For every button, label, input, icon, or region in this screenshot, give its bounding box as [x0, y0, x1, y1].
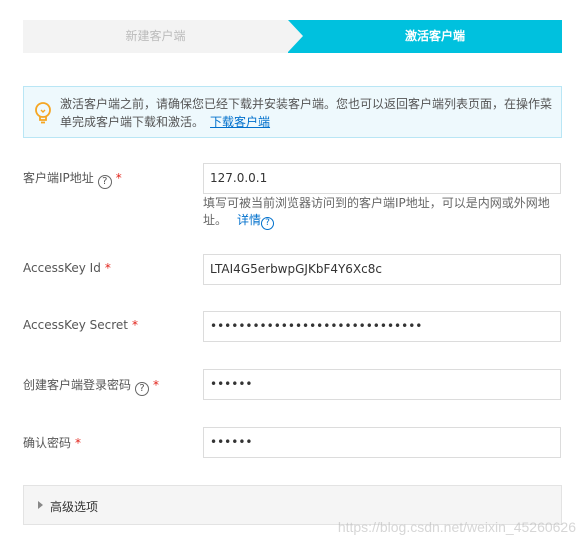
ip-hint: 填写可被当前浏览器访问到的客户端IP地址，可以是内网或外网地址。 详情?: [203, 195, 563, 230]
notice-message: 激活客户端之前，请确保您已经下载并安装客户端。您也可以返回客户端列表页面，在操作…: [60, 97, 553, 129]
required-mark: *: [115, 171, 122, 185]
details-link-label: 详情: [237, 213, 262, 227]
required-mark: *: [132, 318, 139, 332]
caret-right-icon: [38, 501, 43, 509]
ip-input[interactable]: 127.0.0.1: [203, 163, 561, 194]
login-password-label-row: 创建客户端登录密码? *: [23, 376, 159, 396]
login-password-input[interactable]: ••••••: [203, 369, 561, 400]
step-create-client: 新建客户端: [23, 20, 288, 53]
accesskey-id-label: AccessKey Id: [23, 261, 101, 275]
accesskey-secret-label: AccessKey Secret: [23, 318, 129, 332]
accesskey-id-input[interactable]: LTAI4G5erbwpGJKbF4Y6Xc8c: [203, 254, 561, 285]
accesskey-secret-input[interactable]: ••••••••••••••••••••••••••••••: [203, 311, 561, 342]
details-link[interactable]: 详情?: [237, 213, 275, 230]
ip-label-row: 客户端IP地址? *: [23, 169, 122, 189]
step-activate-client: 激活客户端: [288, 20, 562, 53]
advanced-options-label: 高级选项: [50, 500, 99, 514]
info-notice: 激活客户端之前，请确保您已经下载并安装客户端。您也可以返回客户端列表页面，在操作…: [23, 86, 562, 138]
confirm-password-input[interactable]: ••••••: [203, 427, 561, 458]
accesskey-id-label-row: AccessKey Id *: [23, 261, 111, 275]
required-mark: *: [104, 261, 111, 275]
download-client-link[interactable]: 下载客户端: [210, 115, 270, 129]
help-icon[interactable]: ?: [97, 175, 112, 189]
step-arrow: [288, 20, 303, 52]
ip-label: 客户端IP地址: [23, 171, 94, 185]
accesskey-secret-label-row: AccessKey Secret *: [23, 318, 138, 332]
required-mark: *: [75, 436, 82, 450]
login-password-label: 创建客户端登录密码: [23, 378, 132, 392]
help-icon: ?: [261, 217, 275, 230]
required-mark: *: [153, 378, 160, 392]
confirm-password-label: 确认密码: [23, 436, 72, 450]
notice-text: 激活客户端之前，请确保您已经下载并安装客户端。您也可以返回客户端列表页面，在操作…: [60, 95, 556, 131]
lightbulb-icon: [35, 102, 51, 124]
help-icon[interactable]: ?: [135, 382, 150, 396]
watermark: https://blog.csdn.net/weixin_45260626: [337, 519, 576, 535]
confirm-password-label-row: 确认密码 *: [23, 434, 81, 451]
step-progress: 新建客户端 激活客户端: [23, 20, 562, 53]
